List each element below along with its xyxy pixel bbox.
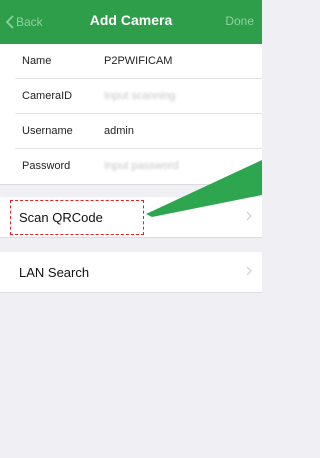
callout-arrow: [146, 160, 262, 217]
